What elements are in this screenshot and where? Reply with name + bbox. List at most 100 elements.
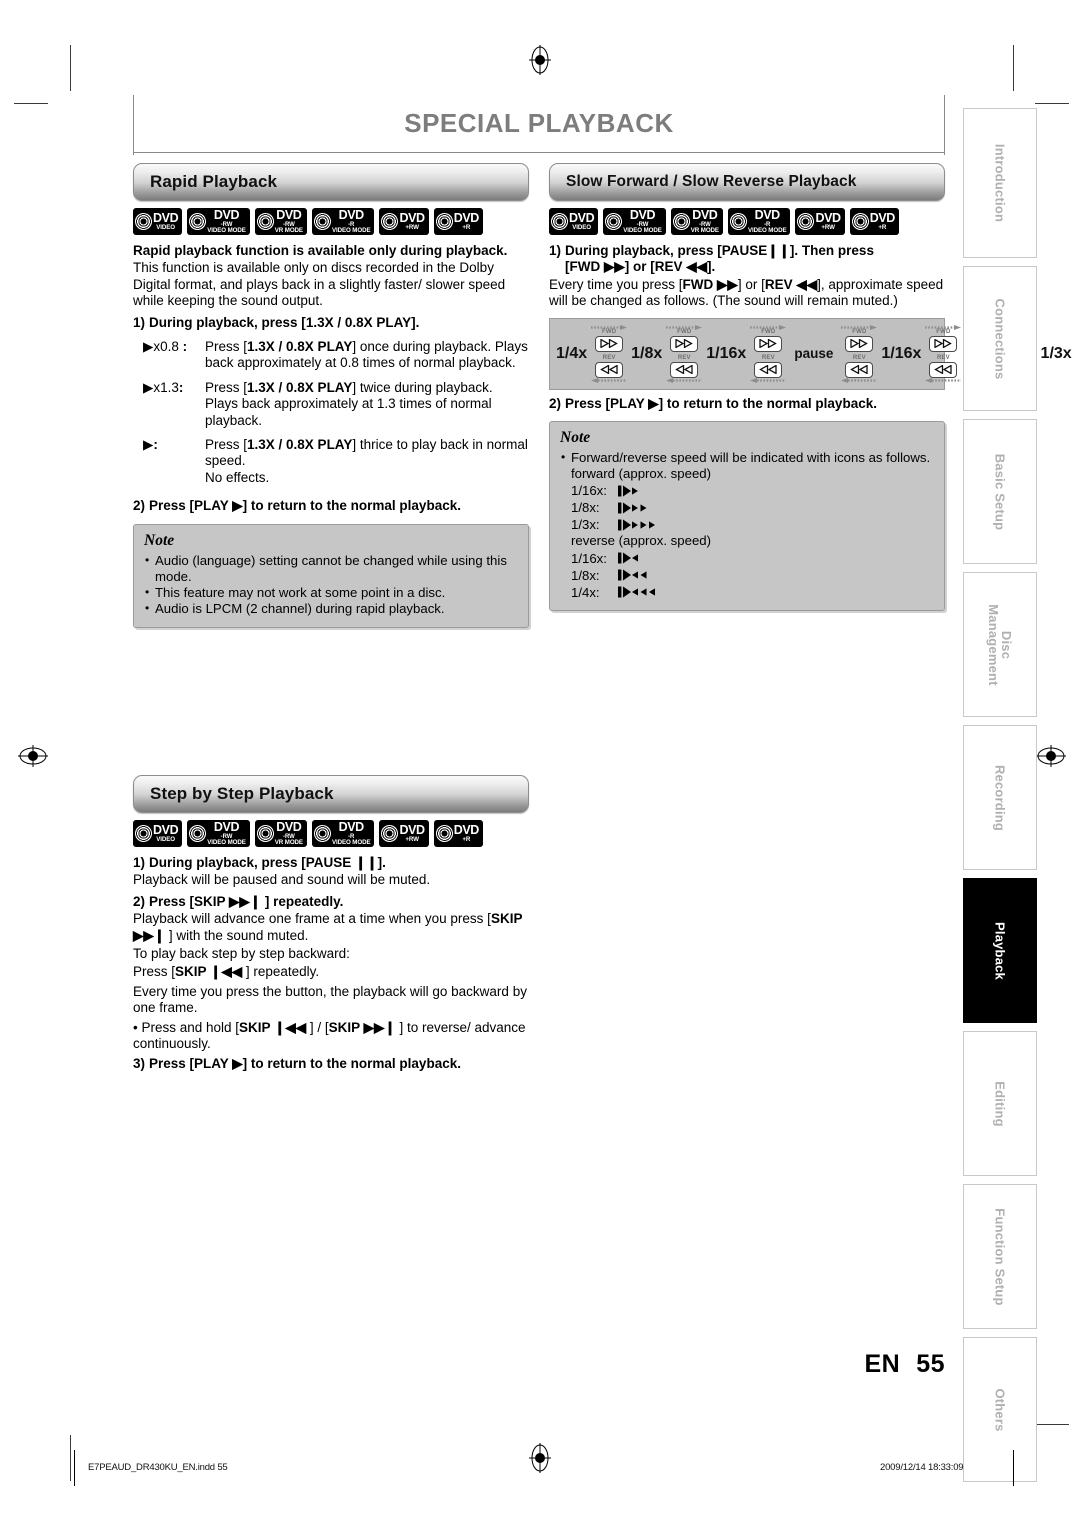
fwd-button[interactable] (929, 335, 958, 352)
fwd-label: FWD (852, 328, 867, 335)
sidebar-tab-recording[interactable]: Recording (963, 725, 1037, 870)
rapid-speed-row-2-key: ▶: (143, 437, 158, 453)
dvd-badge: DVD -RW VIDEO MODE (602, 208, 666, 235)
footer-filename: E7PEAUD_DR430KU_EN.indd 55 (88, 1462, 228, 1473)
step-3-number: 3) (133, 1056, 146, 1072)
speed-label: 1/8x (631, 344, 663, 362)
sidebar-tab-playback[interactable]: Playback (963, 878, 1037, 1023)
dvd-badge-text: DVD VIDEO (153, 824, 179, 843)
note-box-rapid: Note Audio (language) setting cannot be … (133, 523, 529, 628)
dvd-badge-line1: DVD (276, 820, 302, 835)
rewind-icon (759, 365, 777, 375)
sidebar-tab-label: Function Setup (992, 1207, 1008, 1306)
reverse-arrow-dotted (591, 377, 628, 383)
disc-icon (254, 822, 277, 845)
speed-indicator-icon-wrap (617, 551, 648, 565)
rev-button[interactable] (754, 361, 783, 378)
note-title-slow: Note (560, 429, 591, 447)
disc-icon (433, 822, 456, 845)
dvd-badge-line3: VIDEO (156, 835, 175, 843)
speed-indicator-row: 1/16x: (571, 550, 934, 567)
fwd-label: FWD (602, 328, 617, 335)
dvd-badge-line1: DVD (569, 211, 595, 226)
step-1-number: 1) (133, 855, 146, 870)
badge-row-step: DVD VIDEO DVD -RW VIDEO MODE DVD -RW VR MODE DVD… (132, 820, 529, 847)
disc-icon (311, 822, 334, 845)
dvd-badge-line3: VR MODE (274, 838, 303, 846)
speed-indicator-row: 1/16x: (571, 482, 934, 499)
speed-indicator-icon-wrap (617, 518, 666, 532)
step-1-body: Playback will be paused and sound will b… (133, 872, 431, 888)
dvd-badge: DVD -RW VR MODE (254, 820, 307, 847)
reverse-speed-icon (618, 586, 655, 598)
dvd-badge-text: DVD +R (454, 212, 480, 231)
dvd-badge-line3: VIDEO MODE (331, 226, 371, 234)
fwd-button[interactable] (670, 335, 699, 352)
sidebar-tab-function-setup[interactable]: Function Setup (963, 1184, 1037, 1329)
rev-button[interactable] (595, 361, 624, 378)
dvd-badge-line3: +RW (821, 223, 835, 231)
crop-mark-top-left-horizontal (14, 103, 48, 104)
speed-indicator-label: 1/3x: (571, 517, 600, 533)
speed-label: 1/16x (706, 344, 747, 362)
step-by-step-section: Step by Step Playback DVD VIDEO DVD -RW VIDE… (132, 775, 529, 1074)
disc-icon (132, 210, 155, 233)
speed-label-pause: pause (794, 346, 834, 362)
dvd-badge: DVD +RW (379, 208, 429, 235)
dvd-badge: DVD +R (849, 208, 899, 235)
dvd-badge-line1: DVD (338, 820, 365, 835)
dvd-badge-text: DVD -RW VIDEO MODE (623, 209, 662, 234)
slow-step-1-number: 1) (549, 243, 562, 258)
sidebar-tab-introduction[interactable]: Introduction (963, 108, 1037, 258)
sidebar-tab-label: Recording (992, 764, 1008, 831)
note-box-slow: Note Forward/reverse speed will be indic… (549, 421, 945, 611)
speed-indicator-label: 1/16x: (571, 483, 607, 499)
speed-button-group: FWD REV (748, 323, 788, 385)
fast-forward-icon (850, 339, 869, 349)
dvd-badge: DVD +RW (795, 208, 845, 235)
speed-button-group: FWD REV (589, 323, 629, 385)
disc-icon (132, 822, 155, 845)
sidebar-tab-basic-setup[interactable]: Basic Setup (963, 419, 1037, 564)
speed-indicator-icon-wrap (617, 501, 657, 515)
dvd-badge: DVD +R (433, 208, 483, 235)
dvd-badge-text: DVD +RW (815, 212, 841, 231)
right-column: Slow Forward / Slow Reverse Playback DVD… (548, 163, 1072, 611)
dvd-badge: DVD VIDEO (548, 208, 599, 235)
section-header-step-label: Step by Step Playback (150, 784, 334, 803)
rev-button[interactable] (929, 361, 958, 378)
note-item: Forward/reverse speed will be indicated … (560, 449, 934, 466)
disc-icon (602, 210, 625, 233)
rev-button[interactable] (845, 361, 874, 378)
speed-button-group: FWD REV (664, 323, 704, 385)
fwd-button[interactable] (845, 335, 874, 352)
sidebar-tab-connections[interactable]: Connections (963, 266, 1037, 411)
rapid-step-1: 1) During playback, press [1.3X / 0.8X P… (133, 315, 529, 331)
registration-mark-bottom (529, 1443, 551, 1473)
speed-label: 1/3x (1040, 344, 1072, 362)
step-2-text: Press [SKIP ▶▶❙ ] repeatedly. (149, 893, 344, 909)
disc-icon (548, 210, 571, 233)
dvd-badge-text: DVD -RW VIDEO MODE (207, 209, 246, 234)
rapid-step-2: 2) Press [PLAY ▶] to return to the norma… (133, 498, 529, 514)
sidebar-tab-disc-management[interactable]: Disc Management (963, 572, 1037, 717)
note-item: Audio (language) setting cannot be chang… (144, 552, 518, 585)
sidebar-tab-others[interactable]: Others (963, 1337, 1037, 1482)
section-header-step-by-step: Step by Step Playback (133, 775, 529, 813)
dvd-badge-line3: VIDEO MODE (623, 226, 662, 234)
rev-button[interactable] (670, 361, 699, 378)
fwd-button[interactable] (754, 335, 783, 352)
rapid-speed-row-2-text: Press [1.3X / 0.8X PLAY] thrice to play … (205, 437, 528, 485)
rapid-speed-row-2: ▶: Press [1.3X / 0.8X PLAY] thrice to pl… (143, 437, 529, 486)
crop-mark-top-right-horizontal (1035, 103, 1069, 104)
rapid-speed-row-0-text: Press [1.3X / 0.8X PLAY] once during pla… (205, 339, 528, 371)
fwd-label: FWD (677, 328, 692, 335)
slow-step-2: 2) Press [PLAY ▶] to return to the norma… (549, 396, 945, 412)
fwd-button[interactable] (595, 335, 624, 352)
sidebar-tab-editing[interactable]: Editing (963, 1031, 1037, 1176)
note-item: This feature may not work at some point … (144, 584, 518, 601)
note-item: Audio is LPCM (2 channel) during rapid p… (144, 600, 518, 617)
disc-icon (849, 210, 872, 233)
note-list-slow: Forward/reverse speed will be indicated … (560, 449, 934, 466)
dvd-badge-line1: DVD (399, 823, 425, 838)
